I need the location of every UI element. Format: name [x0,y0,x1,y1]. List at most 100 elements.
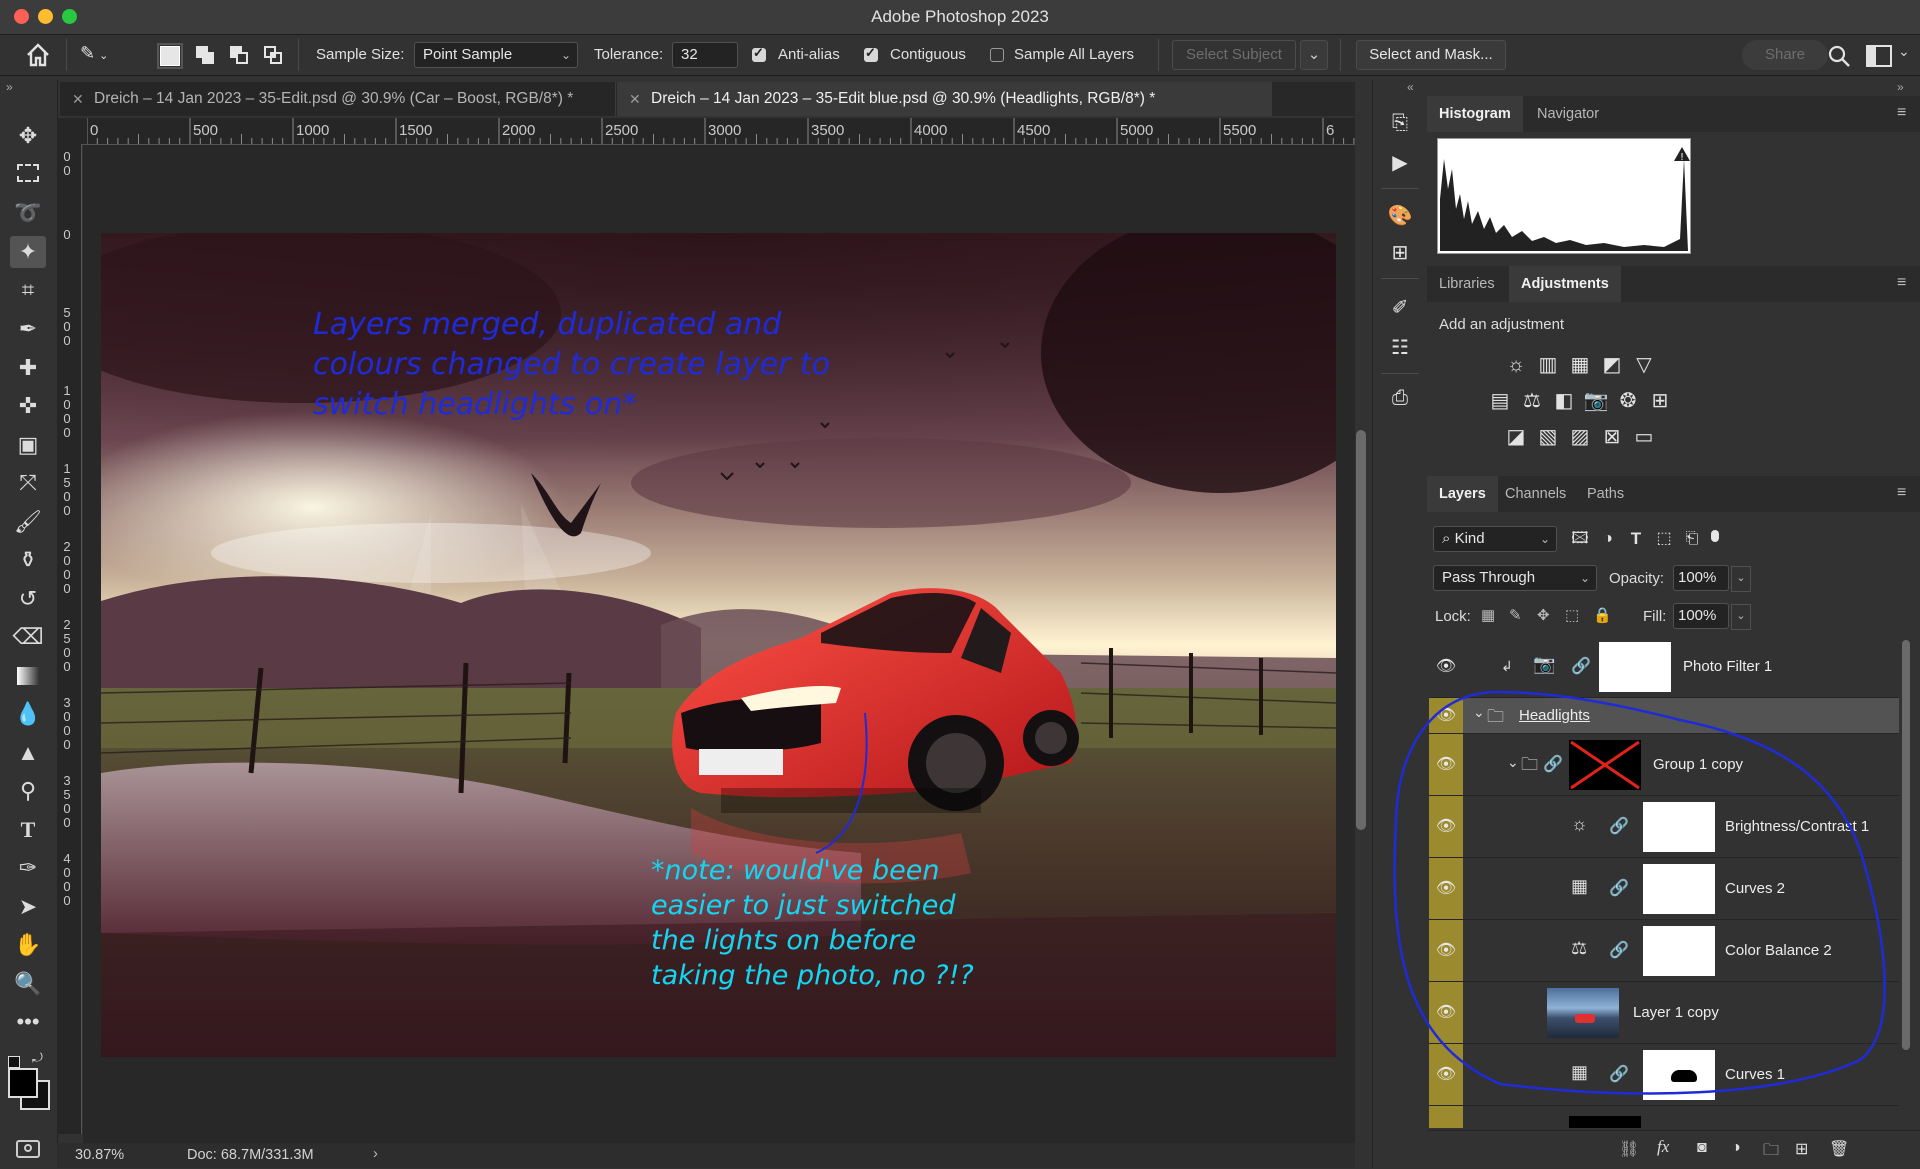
lock-artboard-icon[interactable]: ⬚ [1565,606,1579,624]
curves-icon[interactable]: ▦ [1567,352,1593,378]
color-balance-icon[interactable]: ⚖ [1519,388,1545,414]
sample-all-layers-checkbox[interactable] [990,48,1004,62]
sample-size-dropdown[interactable]: Point Sample ⌄ [414,42,578,68]
swap-colors-icon[interactable]: ⤾ [32,1050,43,1066]
healing-brush-tool-icon[interactable]: ✚ [10,352,46,384]
home-icon[interactable] [24,41,52,69]
anti-alias-checkbox[interactable] [752,45,766,62]
patterns-icon[interactable]: ⊞ [1387,240,1413,266]
gradient-tool-icon[interactable] [10,660,46,692]
properties-icon[interactable]: ☷ [1387,335,1413,361]
threshold-icon[interactable]: ▨ [1567,424,1593,450]
tab-layers[interactable]: Layers [1427,476,1498,512]
tab-paths[interactable]: Paths [1575,476,1636,512]
photo-filter-icon[interactable]: 📷 [1583,388,1609,414]
content-aware-move-icon[interactable]: ⤧ [10,467,46,499]
chevron-down-icon[interactable]: ⌄ [1731,566,1751,592]
chevron-down-icon[interactable]: ⌄ [1731,604,1751,630]
tolerance-input[interactable]: 32 [672,42,738,68]
layer-filter-kind-dropdown[interactable]: ⌕ Kind ⌄ [1433,526,1557,552]
search-icon[interactable] [1826,43,1852,69]
dodge-tool-icon[interactable]: ⚲ [10,775,46,807]
opacity-input[interactable]: 100% [1673,565,1729,591]
brightness-contrast-icon[interactable]: ☼ [1503,352,1529,378]
selective-color-icon[interactable]: ⊠ [1599,424,1625,450]
new-group-icon[interactable]: 🗀 [1763,1139,1779,1166]
hue-saturation-icon[interactable]: ▤ [1487,388,1513,414]
zoom-tool-icon[interactable]: 🔍 [10,968,46,1000]
filter-adjustment-icon[interactable]: ◑ [1595,526,1621,552]
panel-menu-icon[interactable]: ≡ [1897,104,1906,122]
filter-pixel-icon[interactable]: 🖾 [1567,526,1593,552]
pen-tool-icon[interactable]: ✑ [10,852,46,884]
path-selection-tool-icon[interactable]: ➤ [10,891,46,923]
panel-menu-icon[interactable]: ≡ [1897,274,1906,292]
exposure-icon[interactable]: ◩ [1599,352,1625,378]
subtract-from-selection-icon[interactable] [230,46,248,64]
panel-menu-icon[interactable]: ≡ [1897,484,1906,502]
lock-position-icon[interactable]: ✥ [1537,606,1550,624]
new-selection-icon[interactable] [157,43,183,69]
layers-scrollbar[interactable] [1902,640,1910,1050]
chevron-right-icon[interactable]: › [373,1146,378,1162]
document-tab[interactable]: ✕ Dreich – 14 Jan 2023 – 35-Edit.psd @ 30… [60,82,616,116]
collapse-panel-icon[interactable]: « [1407,80,1414,94]
filter-type-icon[interactable]: T [1623,526,1649,552]
blur-tool-icon[interactable]: 💧 [10,698,46,730]
magic-wand-tool-icon[interactable]: ✦ [10,236,46,268]
color-lookup-icon[interactable]: ⊞ [1647,388,1673,414]
type-tool-icon[interactable]: T [10,814,46,846]
tab-libraries[interactable]: Libraries [1427,266,1507,302]
invert-icon[interactable]: ◪ [1503,424,1529,450]
filter-shape-icon[interactable]: ⬚ [1651,526,1677,552]
tab-adjustments[interactable]: Adjustments [1509,266,1621,302]
add-mask-icon[interactable]: ◙ [1697,1139,1707,1157]
marquee-tool-icon[interactable] [10,158,46,190]
link-layers-icon[interactable]: ⛓ [1619,1139,1639,1159]
magic-wand-preset-icon[interactable]: ✎ ⌄ [80,43,120,67]
chevron-down-icon[interactable]: ⌄ [1898,43,1910,60]
default-colors-icon[interactable] [8,1056,20,1068]
brush-tool-icon[interactable]: 🖌 [10,506,46,538]
quick-mask-icon[interactable] [16,1140,40,1158]
tab-channels[interactable]: Channels [1493,476,1578,512]
select-and-mask-button[interactable]: Select and Mask... [1356,40,1506,70]
close-tab-icon[interactable]: ✕ [72,82,84,116]
sharpen-tool-icon[interactable]: ▲ [10,737,46,769]
eyedropper-tool-icon[interactable]: ✒ [10,313,46,345]
zoom-level[interactable]: 30.87% [75,1147,124,1163]
new-layer-icon[interactable]: ⊞ [1795,1139,1808,1159]
foreground-color-swatch[interactable] [8,1068,38,1098]
lasso-tool-icon[interactable]: ➰ [10,197,46,229]
collapse-panel-icon[interactable]: » [1897,80,1904,94]
filter-smart-object-icon[interactable]: ⎗ [1679,526,1705,552]
vibrance-icon[interactable]: ▽ [1631,352,1657,378]
swatches-icon[interactable]: 🎨 [1387,203,1413,229]
history-icon[interactable]: ⎘ [1387,110,1413,136]
posterize-icon[interactable]: ▧ [1535,424,1561,450]
close-tab-icon[interactable]: ✕ [629,82,641,116]
crop-tool-icon[interactable]: ⌗ [10,274,46,306]
blend-mode-dropdown[interactable]: Pass Through ⌄ [1433,565,1597,591]
frame-tool-icon[interactable]: ▣ [10,429,46,461]
levels-icon[interactable]: ▥ [1535,352,1561,378]
collapse-panel-icon[interactable]: » [6,80,13,94]
patch-tool-icon[interactable]: ✜ [10,390,46,422]
document-tab-active[interactable]: ✕ Dreich – 14 Jan 2023 – 35-Edit blue.psd… [617,82,1272,116]
more-tools-icon[interactable]: ••• [10,1006,46,1038]
select-subject-button[interactable]: Select Subject [1172,40,1296,70]
history-brush-tool-icon[interactable]: ↺ [10,583,46,615]
intersect-selection-icon[interactable] [264,46,282,64]
select-subject-dropdown[interactable]: ⌄ [1300,40,1328,70]
add-to-selection-icon[interactable] [196,46,214,64]
channel-mixer-icon[interactable]: ❂ [1615,388,1641,414]
lock-all-icon[interactable]: 🔒 [1593,606,1612,624]
clone-stamp-tool-icon[interactable]: ⚱ [10,544,46,576]
filter-toggle[interactable] [1711,530,1719,542]
layer-style-fx-icon[interactable]: fx [1657,1137,1669,1157]
glyphs-icon[interactable]: ⎙ [1387,385,1413,411]
new-adjustment-layer-icon[interactable]: ◑ [1731,1139,1741,1157]
delete-layer-icon[interactable]: 🗑 [1829,1139,1849,1159]
move-tool-icon[interactable]: ✥ [10,120,46,152]
tab-histogram[interactable]: Histogram [1427,96,1523,132]
